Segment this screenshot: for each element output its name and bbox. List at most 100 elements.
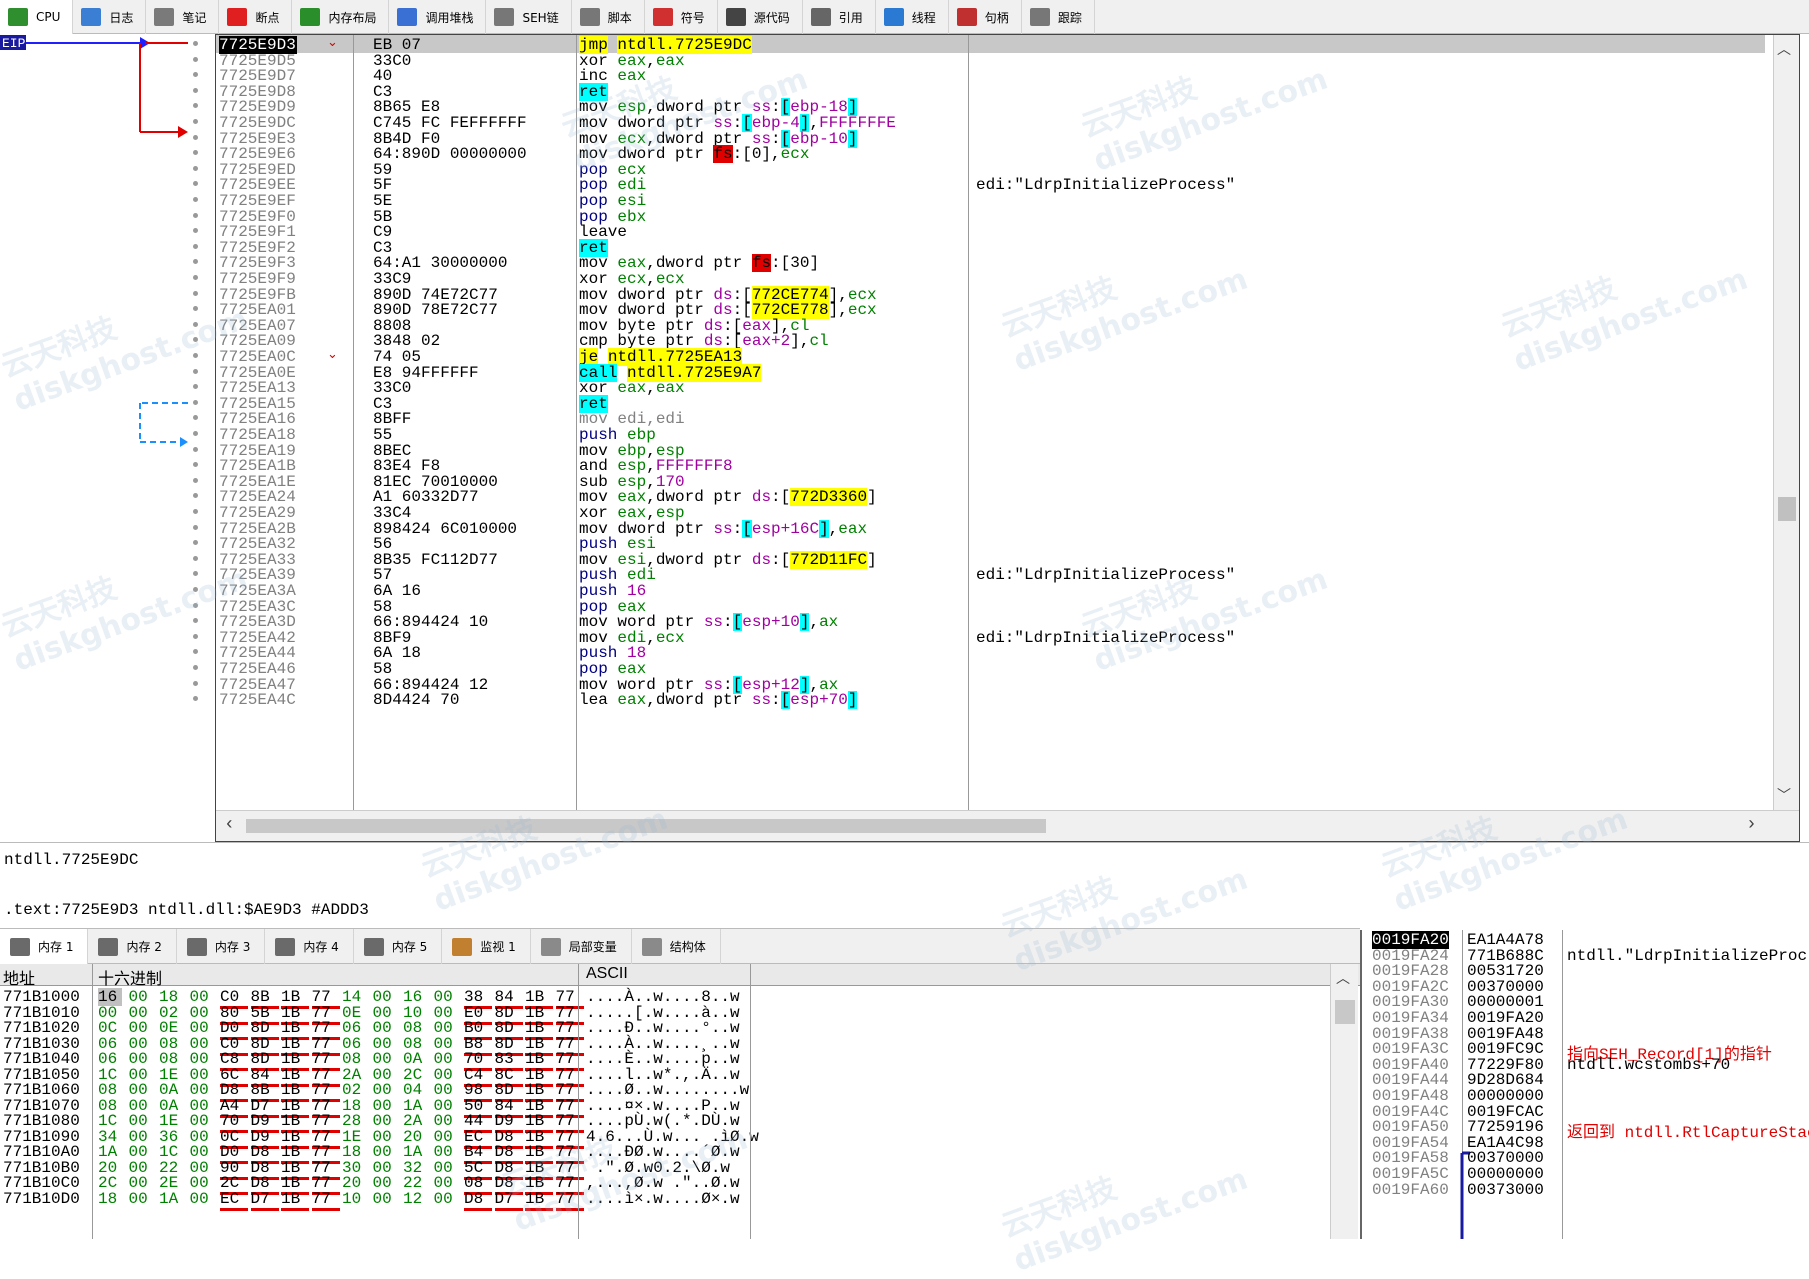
breakpoint-dot-icon[interactable] bbox=[193, 399, 198, 405]
tab-symbol[interactable]: 符号 bbox=[645, 0, 718, 34]
dump-vertical-scrollbar[interactable]: ︿ bbox=[1330, 964, 1358, 1239]
dump-row[interactable]: 771B10D0 18 00 1A 00 EC D7 1B 77 10 00 12 00 D8 D7 1B 77… bbox=[0, 1190, 1360, 1211]
memory-icon bbox=[275, 937, 296, 956]
breakpoint-dot-icon[interactable] bbox=[193, 633, 198, 639]
hscroll-thumb[interactable] bbox=[246, 819, 1046, 833]
tab-memory-map[interactable]: 内存布局 bbox=[292, 0, 390, 34]
breakpoint-dot-icon[interactable] bbox=[193, 680, 198, 686]
breakpoint-dot-icon[interactable] bbox=[193, 509, 198, 514]
info-line-2: .text:7725E9D3 ntdll.dll:$AE9D3 #ADDD3 bbox=[4, 901, 369, 919]
hex-byte[interactable]: EC bbox=[220, 1190, 248, 1211]
tab-breakpoint[interactable]: 断点 bbox=[219, 0, 293, 34]
hex-byte[interactable]: 00 bbox=[434, 1190, 458, 1208]
tab-label: SEH链 bbox=[522, 10, 559, 25]
disasm-row[interactable]: 7725EA4C 8D4424 70 lea eax,dword ptr ss:[e… bbox=[216, 691, 1801, 710]
breakpoint-dot-icon[interactable] bbox=[193, 134, 198, 140]
breakpoint-dot-icon[interactable] bbox=[193, 665, 198, 670]
tab-notes[interactable]: 笔记 bbox=[146, 0, 220, 34]
hex-byte[interactable]: D7 bbox=[494, 1190, 523, 1211]
memory-dump-pane[interactable]: 地址 十六进制 ASCII 771B1000 16 00 18 00 C0 8B 1B 77 14… bbox=[0, 964, 1360, 1239]
instruction-token: esp+70 bbox=[790, 691, 848, 710]
dump-tab[interactable]: 内存 2 bbox=[88, 929, 177, 964]
hex-byte[interactable]: 1B bbox=[281, 1190, 309, 1211]
breakpoint-dot-icon[interactable] bbox=[193, 119, 198, 124]
dump-tab[interactable]: 结构体 bbox=[632, 929, 721, 964]
breakpoint-dot-icon[interactable] bbox=[193, 431, 198, 436]
tab-log[interactable]: 日志 bbox=[73, 0, 147, 34]
tab-references[interactable]: 引用 bbox=[803, 0, 876, 34]
dump-tab[interactable]: 内存 3 bbox=[177, 929, 266, 964]
stack-row[interactable]: 0019FA60 00373000 bbox=[1362, 1181, 1809, 1199]
tab-source[interactable]: 源代码 bbox=[718, 0, 803, 34]
column-divider bbox=[353, 35, 354, 810]
hex-byte[interactable]: 77 bbox=[555, 1190, 584, 1211]
breakpoint-dot-icon[interactable] bbox=[193, 212, 198, 218]
breakpoint-dot-icon[interactable] bbox=[193, 243, 198, 249]
breakpoint-dot-icon[interactable] bbox=[193, 602, 198, 608]
disassembly-pane[interactable]: 7725E9D3 EB 07 jmp ntdll.7725E9DC 7725E9D5 3… bbox=[215, 34, 1800, 842]
breakpoint-dot-icon[interactable] bbox=[193, 353, 198, 358]
breakpoint-dot-icon[interactable] bbox=[193, 446, 198, 452]
disasm-horizontal-scrollbar[interactable]: ‹ › bbox=[216, 810, 1799, 841]
hex-byte[interactable]: 1B bbox=[525, 1190, 553, 1211]
breakpoint-dot-icon[interactable] bbox=[193, 56, 198, 62]
notes-icon bbox=[154, 8, 175, 26]
breakpoint-dot-icon[interactable] bbox=[193, 275, 198, 280]
dump-tab[interactable]: 内存 1 bbox=[0, 929, 89, 964]
hex-byte[interactable]: D8 bbox=[464, 1190, 492, 1211]
hex-byte[interactable]: 00 bbox=[190, 1190, 214, 1208]
breakpoint-dot-icon[interactable] bbox=[193, 321, 198, 327]
breakpoint-dot-icon[interactable] bbox=[193, 197, 198, 202]
hex-byte[interactable]: 12 bbox=[403, 1190, 427, 1208]
hex-byte[interactable]: 77 bbox=[311, 1190, 340, 1211]
breakpoint-dot-icon[interactable] bbox=[193, 41, 198, 46]
tab-seh-chain[interactable]: SEH链 bbox=[486, 0, 572, 34]
breakpoint-dot-icon[interactable] bbox=[193, 587, 198, 592]
threads-icon bbox=[883, 8, 904, 26]
scroll-thumb[interactable] bbox=[1778, 497, 1796, 521]
header-ascii[interactable]: ASCII bbox=[586, 965, 628, 983]
breakpoint-dot-icon[interactable] bbox=[193, 165, 198, 171]
hex-byte[interactable]: 10 bbox=[342, 1190, 366, 1208]
dump-tab[interactable]: 内存 5 bbox=[354, 929, 443, 964]
scroll-thumb[interactable] bbox=[1335, 1000, 1355, 1024]
hex-byte[interactable]: 1A bbox=[159, 1190, 183, 1208]
breakpoint-dot-icon[interactable] bbox=[193, 524, 198, 530]
tab-threads[interactable]: 线程 bbox=[876, 0, 949, 34]
tab-handles[interactable]: 句柄 bbox=[949, 0, 1022, 34]
breakpoint-dot-icon[interactable] bbox=[193, 87, 198, 93]
tab-trace[interactable]: 跟踪 bbox=[1022, 0, 1095, 34]
hex-byte[interactable]: D7 bbox=[250, 1190, 279, 1211]
jump-arrow-gutter: EIP bbox=[0, 34, 215, 842]
scroll-left-icon[interactable]: ‹ bbox=[224, 815, 235, 835]
instruction-token: [ bbox=[780, 691, 791, 710]
hex-byte[interactable]: 00 bbox=[129, 1190, 153, 1208]
breakpoint-dot-icon[interactable] bbox=[193, 477, 198, 483]
tab-script[interactable]: 脚本 bbox=[572, 0, 645, 34]
chevron-down-icon: ⌄ bbox=[327, 347, 338, 362]
dump-tab[interactable]: 内存 4 bbox=[265, 929, 354, 964]
scroll-down-icon[interactable]: ﹀ bbox=[1777, 785, 1791, 805]
dump-tab-label: 内存 1 bbox=[38, 940, 74, 954]
dump-tab[interactable]: 局部变量 bbox=[531, 929, 632, 964]
scroll-right-icon[interactable]: › bbox=[1746, 815, 1757, 835]
symbol-icon bbox=[652, 8, 673, 26]
scroll-up-icon[interactable]: ︿ bbox=[1777, 39, 1791, 59]
header-address[interactable]: 地址 bbox=[3, 965, 35, 989]
hex-byte[interactable]: 18 bbox=[98, 1190, 122, 1208]
breakpoint-dot-icon[interactable] bbox=[193, 368, 198, 374]
info-pane: ntdll.7725E9DC .text:7725E9D3 ntdll.dll:… bbox=[0, 842, 1809, 928]
tab-call-stack[interactable]: 调用堆栈 bbox=[389, 0, 487, 34]
breakpoint-dot-icon[interactable] bbox=[193, 290, 198, 296]
tab-cpu[interactable]: CPU bbox=[0, 0, 74, 34]
hex-byte[interactable]: 00 bbox=[373, 1190, 397, 1208]
header-hex[interactable]: 十六进制 bbox=[98, 965, 162, 989]
breakpoint-dot-icon[interactable] bbox=[193, 555, 198, 561]
dump-tab[interactable]: 监视 1 bbox=[442, 929, 531, 964]
scroll-up-icon[interactable]: ︿ bbox=[1336, 968, 1350, 988]
dump-tab-label: 局部变量 bbox=[568, 940, 617, 954]
disasm-vertical-scrollbar[interactable]: ︿ ﹀ bbox=[1773, 35, 1799, 810]
stack-pane[interactable]: 0019FA20 EA1A4A78 0019FA24 771B688C ntdll."L… bbox=[1360, 930, 1809, 1239]
references-icon bbox=[810, 8, 831, 26]
dump-tab-label: 内存 4 bbox=[303, 940, 339, 954]
